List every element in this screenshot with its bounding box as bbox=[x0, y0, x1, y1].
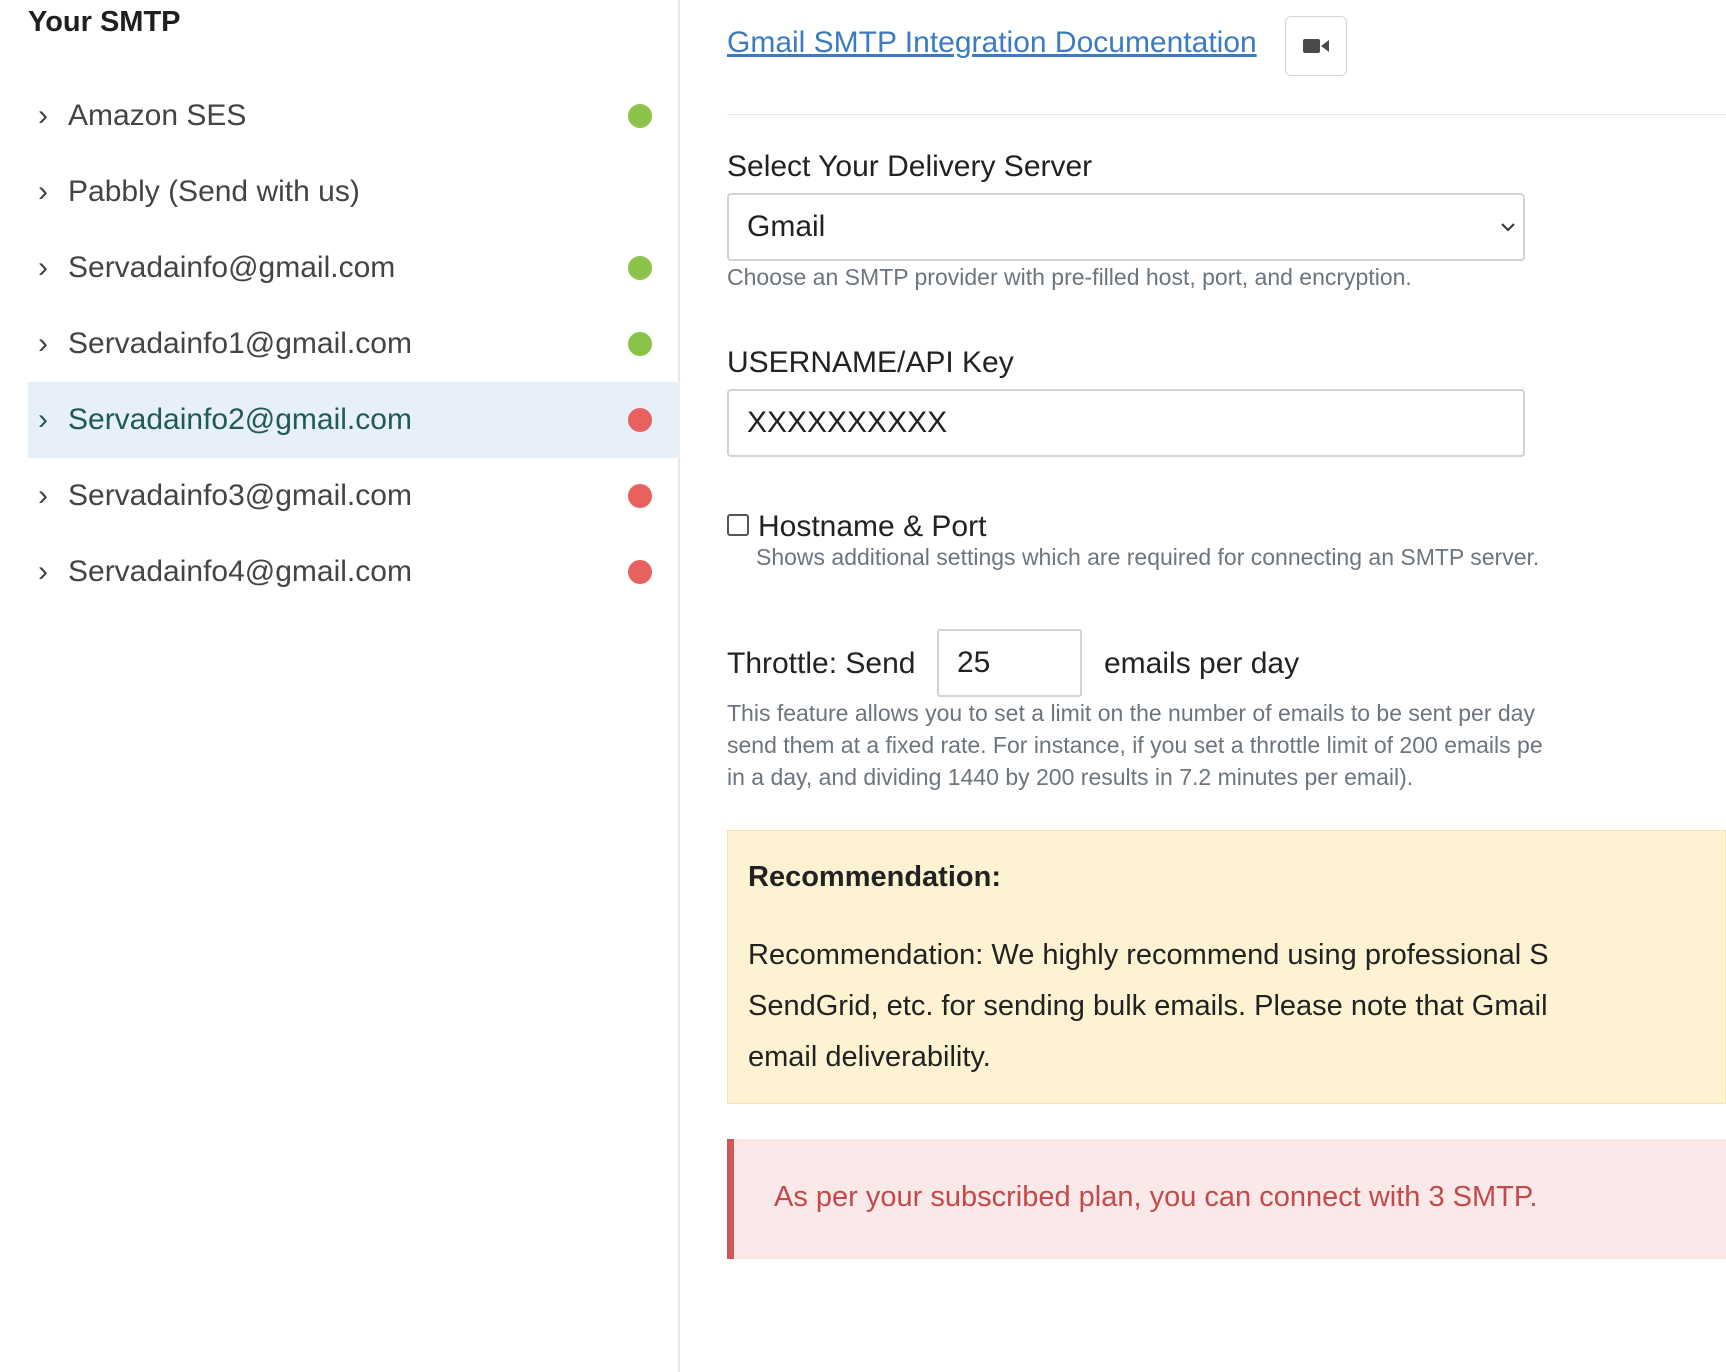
delivery-server-select[interactable]: Gmail bbox=[727, 193, 1525, 261]
plan-limit-alert: As per your subscribed plan, you can con… bbox=[727, 1139, 1726, 1259]
smtp-item-servadainfo4[interactable]: › Servadainfo4@gmail.com bbox=[28, 534, 680, 610]
delivery-server-value: Gmail bbox=[747, 210, 826, 243]
smtp-item-label: Amazon SES bbox=[68, 99, 247, 132]
section-divider bbox=[727, 114, 1726, 115]
username-label: USERNAME/API Key bbox=[727, 346, 1014, 379]
status-dot-red bbox=[628, 484, 652, 508]
chevron-down-icon bbox=[1501, 223, 1515, 232]
delivery-server-label: Select Your Delivery Server bbox=[727, 150, 1093, 183]
smtp-item-label: Servadainfo3@gmail.com bbox=[68, 479, 412, 512]
status-dot-green bbox=[628, 256, 652, 280]
throttle-suffix: emails per day bbox=[1104, 647, 1300, 680]
throttle-value: 25 bbox=[957, 646, 991, 679]
throttle-description-line: in a day, and dividing 1440 by 200 resul… bbox=[727, 764, 1414, 790]
recommendation-title: Recommendation: bbox=[748, 861, 1001, 893]
chevron-right-icon: › bbox=[38, 479, 48, 512]
status-dot-green bbox=[628, 332, 652, 356]
smtp-item-label: Servadainfo4@gmail.com bbox=[68, 555, 412, 588]
chevron-right-icon: › bbox=[38, 251, 48, 284]
smtp-item-servadainfo3[interactable]: › Servadainfo3@gmail.com bbox=[28, 458, 680, 534]
throttle-description-line: send them at a fixed rate. For instance,… bbox=[727, 732, 1543, 758]
smtp-item-label: Pabbly (Send with us) bbox=[68, 175, 360, 208]
chevron-right-icon: › bbox=[38, 403, 48, 436]
status-dot-red bbox=[628, 408, 652, 432]
throttle-description-line: This feature allows you to set a limit o… bbox=[727, 700, 1535, 726]
video-tutorial-button[interactable] bbox=[1285, 16, 1347, 76]
recommendation-line: SendGrid, etc. for sending bulk emails. … bbox=[748, 990, 1548, 1022]
status-dot-red bbox=[628, 560, 652, 584]
recommendation-box: Recommendation: Recommendation: We highl… bbox=[727, 830, 1726, 1104]
smtp-item-pabbly[interactable]: › Pabbly (Send with us) bbox=[28, 154, 680, 230]
documentation-link[interactable]: Gmail SMTP Integration Documentation bbox=[727, 26, 1257, 60]
chevron-right-icon: › bbox=[38, 175, 48, 208]
smtp-settings-panel: Gmail SMTP Integration Documentation Sel… bbox=[727, 0, 1726, 1372]
hostname-port-label[interactable]: Hostname & Port bbox=[758, 510, 986, 544]
username-value: XXXXXXXXXX bbox=[747, 406, 948, 439]
smtp-item-servadainfo2[interactable]: › Servadainfo2@gmail.com bbox=[28, 382, 680, 458]
chevron-right-icon: › bbox=[38, 99, 48, 132]
recommendation-line: email deliverability. bbox=[748, 1041, 991, 1073]
sidebar-title: Your SMTP bbox=[28, 6, 181, 38]
throttle-input[interactable]: 25 bbox=[937, 629, 1082, 697]
smtp-item-amazon-ses[interactable]: › Amazon SES bbox=[28, 78, 680, 154]
smtp-item-servadainfo1[interactable]: › Servadainfo1@gmail.com bbox=[28, 306, 680, 382]
plan-limit-alert-text: As per your subscribed plan, you can con… bbox=[774, 1181, 1538, 1213]
throttle-prefix: Throttle: Send bbox=[727, 647, 916, 680]
smtp-item-label: Servadainfo1@gmail.com bbox=[68, 327, 412, 360]
delivery-server-help: Choose an SMTP provider with pre-filled … bbox=[727, 264, 1412, 290]
hostname-port-help: Shows additional settings which are requ… bbox=[756, 544, 1540, 570]
chevron-right-icon: › bbox=[38, 555, 48, 588]
recommendation-line: Recommendation: We highly recommend usin… bbox=[748, 939, 1549, 971]
smtp-sidebar: Your SMTP › Amazon SES › Pabbly (Send wi… bbox=[0, 0, 680, 1372]
username-input[interactable]: XXXXXXXXXX bbox=[727, 389, 1525, 457]
status-dot-green bbox=[628, 104, 652, 128]
smtp-item-label: Servadainfo@gmail.com bbox=[68, 251, 396, 284]
hostname-port-checkbox[interactable] bbox=[727, 514, 749, 536]
video-camera-icon bbox=[1303, 39, 1329, 53]
smtp-item-servadainfo[interactable]: › Servadainfo@gmail.com bbox=[28, 230, 680, 306]
chevron-right-icon: › bbox=[38, 327, 48, 360]
smtp-item-label: Servadainfo2@gmail.com bbox=[68, 403, 412, 436]
